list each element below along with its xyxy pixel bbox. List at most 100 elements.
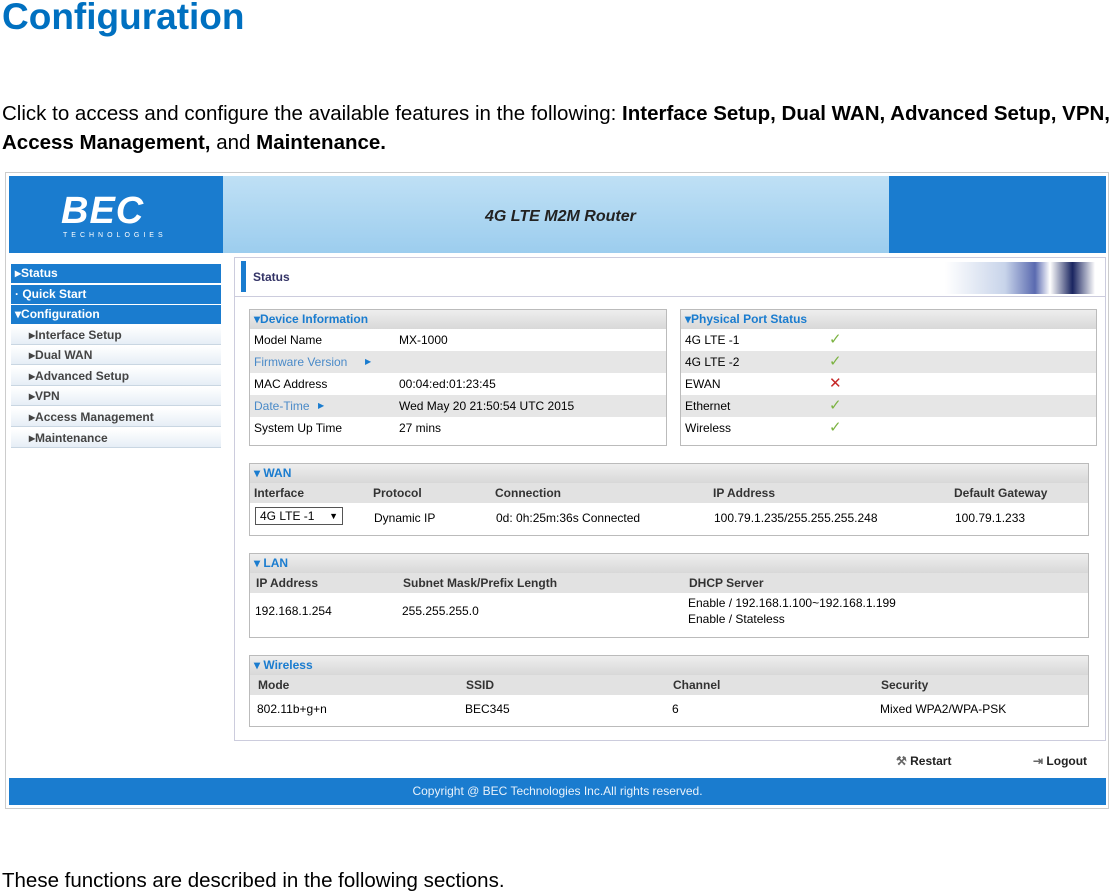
port-label: 4G LTE -2 bbox=[685, 355, 740, 369]
box-title: Physical Port Status bbox=[691, 312, 808, 326]
nav-label: Dual WAN bbox=[35, 348, 93, 362]
wireless-security: Mixed WPA2/WPA-PSK bbox=[880, 702, 1007, 716]
row-value: Wed May 20 21:50:54 UTC 2015 bbox=[399, 399, 575, 413]
logout-label: Logout bbox=[1046, 754, 1088, 768]
port-status-header: ▾Physical Port Status bbox=[681, 310, 1096, 329]
wireless-table-header: Mode SSID Channel Security bbox=[250, 675, 1088, 695]
nav-label: Access Management bbox=[35, 410, 154, 424]
footer-copyright: Copyright @ BEC Technologies Inc.All rig… bbox=[9, 778, 1106, 805]
col-header: DHCP Server bbox=[689, 576, 764, 590]
col-header: Connection bbox=[495, 486, 561, 500]
col-header: IP Address bbox=[713, 486, 776, 500]
logo-subtitle: TECHNOLOGIES bbox=[63, 232, 167, 239]
info-row: Firmware Version ▶ bbox=[250, 351, 666, 373]
nav-vpn[interactable]: ▸VPN bbox=[11, 387, 221, 406]
col-header: Security bbox=[881, 678, 929, 692]
product-title: 4G LTE M2M Router bbox=[485, 208, 636, 225]
header-computers-image bbox=[945, 262, 1095, 294]
intro-text: Click to access and configure the availa… bbox=[2, 102, 623, 125]
wan-table-header: Interface Protocol Connection IP Address Def… bbox=[250, 483, 1088, 503]
intro-maintenance: Maintenance. bbox=[256, 131, 386, 154]
col-header: IP Address bbox=[256, 576, 319, 590]
lan-table-header: IP Address Subnet Mask/Prefix Length DHCP … bbox=[250, 573, 1088, 593]
lan-header: ▾ LAN bbox=[250, 554, 1088, 573]
restart-label: Restart bbox=[910, 754, 952, 768]
info-row: MAC Address 00:04:ed:01:23:45 bbox=[250, 373, 666, 395]
logout-icon: ⇥ bbox=[1033, 754, 1044, 768]
port-row: Ethernet ✓ bbox=[681, 395, 1096, 417]
wireless-box: ▾ Wireless Mode SSID Channel Security 802.1… bbox=[249, 655, 1089, 727]
lan-box: ▾ LAN IP Address Subnet Mask/Prefix Lengt… bbox=[249, 553, 1089, 638]
check-icon: ✓ bbox=[829, 353, 842, 370]
nav-label: Advanced Setup bbox=[35, 369, 130, 383]
divider bbox=[235, 296, 1105, 297]
col-header: SSID bbox=[466, 678, 495, 692]
col-header: Protocol bbox=[373, 486, 422, 500]
nav-access-management[interactable]: ▸Access Management bbox=[11, 408, 221, 427]
row-label: MAC Address bbox=[254, 377, 328, 391]
select-value: 4G LTE -1 bbox=[260, 509, 315, 523]
date-time-link[interactable]: Date-Time bbox=[254, 395, 310, 417]
device-info-header: ▾Device Information bbox=[250, 310, 666, 329]
wireless-channel: 6 bbox=[672, 702, 679, 716]
dropdown-arrow-icon: ▼ bbox=[329, 511, 338, 521]
wireless-mode: 802.11b+g+n bbox=[257, 702, 327, 716]
wireless-ssid: BEC345 bbox=[465, 702, 510, 716]
arrow-icon: ▶ bbox=[365, 357, 372, 366]
wireless-header: ▾ Wireless bbox=[250, 656, 1088, 675]
interface-select[interactable]: 4G LTE -1 ▼ bbox=[255, 507, 343, 525]
port-label: Ethernet bbox=[685, 399, 731, 413]
logout-button[interactable]: ⇥ Logout bbox=[1033, 754, 1087, 768]
device-information-box: ▾Device Information Model Name MX-1000 Fi… bbox=[249, 309, 667, 446]
firmware-version-link[interactable]: Firmware Version bbox=[254, 351, 347, 373]
port-label: Wireless bbox=[685, 421, 732, 435]
port-row: 4G LTE -1 ✓ bbox=[681, 329, 1096, 351]
restart-icon: ⚒ bbox=[896, 754, 907, 768]
content-panel: Status ▾Device Information Model Name MX-… bbox=[234, 257, 1106, 741]
check-icon: ✓ bbox=[829, 397, 842, 414]
col-header: Default Gateway bbox=[954, 486, 1048, 500]
document-title: Configuration bbox=[2, 0, 245, 37]
page-title: Status bbox=[253, 270, 290, 284]
nav-quick-start[interactable]: · Quick Start bbox=[11, 285, 221, 304]
nav-label: Interface Setup bbox=[35, 328, 122, 342]
nav-label: Status bbox=[21, 266, 58, 280]
dhcp-v6: Enable / Stateless bbox=[688, 612, 785, 626]
lan-ip: 192.168.1.254 bbox=[255, 604, 332, 618]
port-row: EWAN ✕ bbox=[681, 373, 1096, 395]
nav-maintenance[interactable]: ▸Maintenance bbox=[11, 429, 221, 448]
physical-port-status-box: ▾Physical Port Status 4G LTE -1 ✓ 4G LTE … bbox=[680, 309, 1097, 446]
header-right bbox=[889, 176, 1106, 253]
info-row: Model Name MX-1000 bbox=[250, 329, 666, 351]
intro-paragraph: Click to access and configure the availa… bbox=[2, 99, 1110, 157]
nav-status[interactable]: ▸Status bbox=[11, 264, 221, 283]
nav-configuration[interactable]: ▾Configuration bbox=[11, 305, 221, 324]
closing-paragraph: These functions are described in the fol… bbox=[2, 869, 505, 892]
col-header: Subnet Mask/Prefix Length bbox=[403, 576, 558, 590]
wan-box: ▾ WAN Interface Protocol Connection IP Addr… bbox=[249, 463, 1089, 536]
row-value: MX-1000 bbox=[399, 333, 448, 347]
info-row: System Up Time 27 mins bbox=[250, 417, 666, 439]
info-row: Date-Time ▶ Wed May 20 21:50:54 UTC 2015 bbox=[250, 395, 666, 417]
arrow-icon: ▶ bbox=[318, 401, 325, 410]
check-icon: ✓ bbox=[829, 331, 842, 348]
nav-interface-setup[interactable]: ▸Interface Setup bbox=[11, 326, 221, 345]
wan-header: ▾ WAN bbox=[250, 464, 1088, 483]
nav-label: VPN bbox=[35, 389, 60, 403]
col-header: Interface bbox=[254, 486, 305, 500]
port-row: Wireless ✓ bbox=[681, 417, 1096, 439]
col-header: Channel bbox=[673, 678, 721, 692]
nav-label: Configuration bbox=[21, 307, 100, 321]
nav-advanced-setup[interactable]: ▸Advanced Setup bbox=[11, 367, 221, 386]
wireless-row: 802.11b+g+n BEC345 6 Mixed WPA2/WPA-PSK bbox=[250, 695, 1088, 723]
wan-protocol: Dynamic IP bbox=[374, 511, 436, 525]
port-label: 4G LTE -1 bbox=[685, 333, 740, 347]
row-label: System Up Time bbox=[254, 421, 343, 435]
nav-label: Quick Start bbox=[22, 287, 87, 301]
nav-dual-wan[interactable]: ▸Dual WAN bbox=[11, 346, 221, 365]
lan-row: 192.168.1.254 255.255.255.0 Enable / 192… bbox=[250, 593, 1088, 633]
box-title: Device Information bbox=[260, 312, 369, 326]
restart-button[interactable]: ⚒ Restart bbox=[896, 754, 951, 768]
row-label: Model Name bbox=[254, 333, 323, 347]
intro-and: and bbox=[210, 131, 257, 154]
